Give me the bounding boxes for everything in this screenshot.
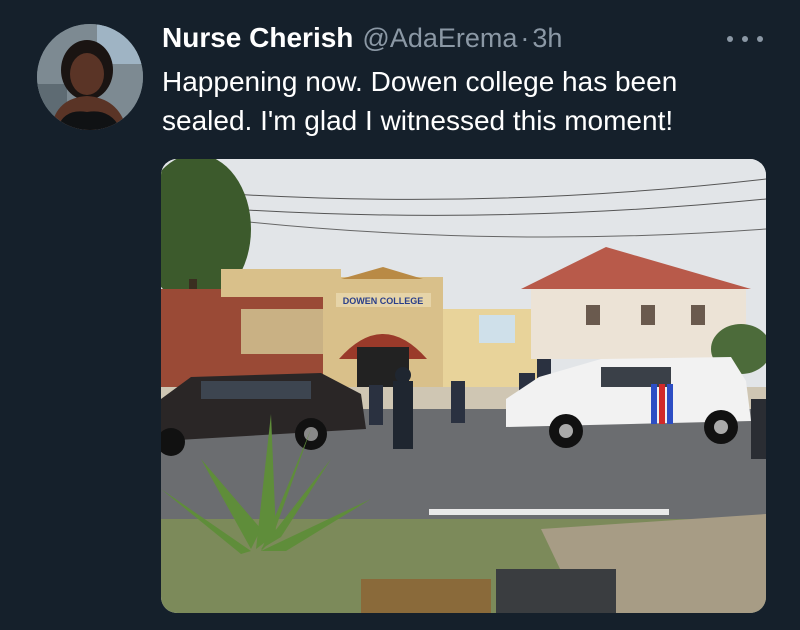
tweet-photo[interactable]: DOWEN COLLEGE: [161, 159, 766, 613]
user-handle[interactable]: @AdaErema: [362, 23, 517, 54]
tweet-card: Nurse Cherish @AdaErema · 3h Happening n…: [0, 0, 800, 630]
avatar[interactable]: [37, 24, 143, 130]
tweet-header: Nurse Cherish @AdaErema · 3h: [162, 22, 562, 58]
tweet-text: Happening now. Dowen college has been se…: [162, 66, 678, 136]
school-sign: DOWEN COLLEGE: [343, 296, 424, 306]
display-name[interactable]: Nurse Cherish: [162, 22, 353, 54]
timestamp[interactable]: 3h: [532, 23, 562, 54]
separator-dot: ·: [520, 23, 530, 53]
more-options-icon[interactable]: [727, 31, 763, 47]
